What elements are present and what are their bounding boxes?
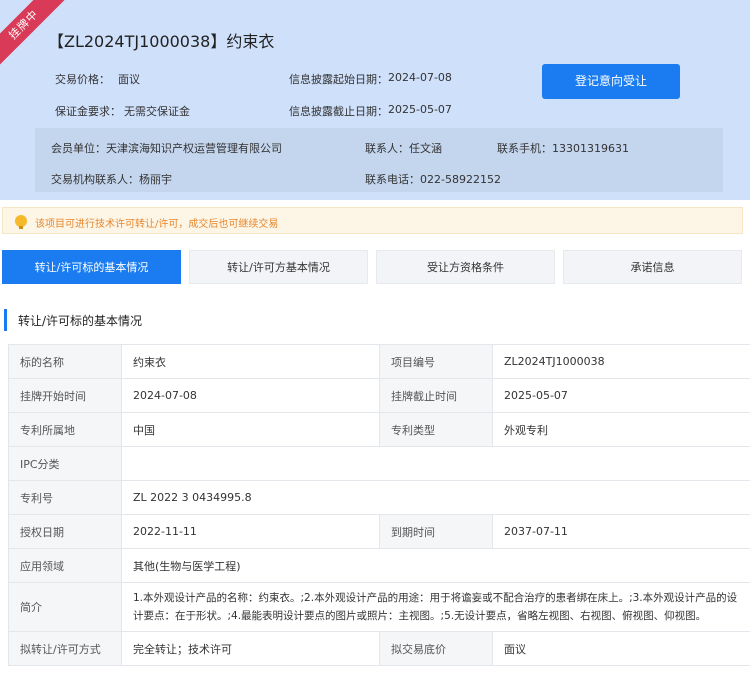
cell-label: 专利所属地 [8, 412, 122, 447]
table-row: 专利所属地 中国 专利类型 外观专利 [8, 412, 750, 447]
table-row: 授权日期 2022-11-11 到期时间 2037-07-11 [8, 514, 750, 549]
cell-label: 挂牌开始时间 [8, 378, 122, 413]
cell-label: 项目编号 [379, 344, 493, 379]
price-label: 交易价格： [55, 73, 110, 86]
cell-label: 拟转让/许可方式 [8, 631, 122, 666]
cell-value: 面议 [492, 631, 750, 666]
contact-box: 会员单位：天津滨海知识产权运营管理有限公司 联系人：任文涵 联系手机：13301… [35, 128, 723, 192]
notice-banner: 该项目可进行技术许可转让/许可，成交后也可继续交易 [2, 207, 743, 234]
subject-info-table: 标的名称 约束衣 项目编号 ZL2024TJ1000038 挂牌开始时间 202… [8, 344, 750, 666]
table-row: 挂牌开始时间 2024-07-08 挂牌截止时间 2025-05-07 [8, 378, 750, 413]
tab-commitment-info[interactable]: 承诺信息 [563, 250, 742, 284]
project-header: 挂牌中 【ZL2024TJ1000038】约束衣 交易价格： 面议 保证金要求：… [0, 0, 750, 200]
cell-value: 完全转让；技术许可 [121, 631, 380, 666]
cell-value: 中国 [121, 412, 380, 447]
member-unit: 会员单位：天津滨海知识产权运营管理有限公司 [51, 142, 282, 155]
cell-value: 2024-07-08 [121, 378, 380, 413]
tab-transferee-qualification[interactable]: 受让方资格条件 [376, 250, 555, 284]
cell-value: 2037-07-11 [492, 514, 750, 549]
cell-label: 授权日期 [8, 514, 122, 549]
contact-phone: 联系电话：022-58922152 [365, 173, 501, 186]
cell-label: 简介 [8, 582, 122, 632]
cell-value: 外观专利 [492, 412, 750, 447]
register-intent-button[interactable]: 登记意向受让 [542, 64, 680, 99]
tab-subject-info[interactable]: 转让/许可标的基本情况 [2, 250, 181, 284]
tab-transferor-info[interactable]: 转让/许可方基本情况 [189, 250, 368, 284]
table-row: 拟转让/许可方式 完全转让；技术许可 拟交易底价 面议 [8, 631, 750, 666]
disclosure-end-value: 2025-05-07 [388, 103, 452, 116]
section-accent-bar [4, 309, 7, 331]
contact-person: 联系人：任文涵 [365, 142, 442, 155]
cell-value: 2022-11-11 [121, 514, 380, 549]
cell-value [121, 446, 750, 481]
cell-value: 2025-05-07 [492, 378, 750, 413]
cell-value: ZL 2022 3 0434995.8 [121, 480, 750, 515]
table-row: IPC分类 [8, 446, 750, 481]
cell-value: ZL2024TJ1000038 [492, 344, 750, 379]
section-title: 转让/许可标的基本情况 [18, 314, 143, 328]
deposit-label: 保证金要求： [55, 105, 121, 118]
table-row: 简介 1.本外观设计产品的名称：约束衣。;2.本外观设计产品的用途：用于将谵妄或… [8, 582, 750, 632]
cell-value: 1.本外观设计产品的名称：约束衣。;2.本外观设计产品的用途：用于将谵妄或不配合… [121, 582, 750, 632]
table-row: 专利号 ZL 2022 3 0434995.8 [8, 480, 750, 515]
cell-label: 拟交易底价 [379, 631, 493, 666]
project-title: 【ZL2024TJ1000038】约束衣 [48, 32, 275, 51]
cell-label: 挂牌截止时间 [379, 378, 493, 413]
cell-label: 专利号 [8, 480, 122, 515]
cell-label: IPC分类 [8, 446, 122, 481]
deposit-value: 无需交保证金 [124, 105, 190, 118]
disclosure-start-label: 信息披露起始日期： [289, 73, 388, 86]
cell-value: 约束衣 [121, 344, 380, 379]
cell-label: 标的名称 [8, 344, 122, 379]
lightbulb-icon [15, 215, 27, 229]
contact-mobile: 联系手机：13301319631 [497, 142, 629, 155]
table-row: 标的名称 约束衣 项目编号 ZL2024TJ1000038 [8, 344, 750, 379]
cell-label: 到期时间 [379, 514, 493, 549]
price-value: 面议 [118, 73, 140, 86]
cell-label: 专利类型 [379, 412, 493, 447]
disclosure-end-label: 信息披露截止日期： [289, 105, 388, 118]
agency-contact: 交易机构联系人：杨丽宇 [51, 173, 172, 186]
cell-label: 应用领域 [8, 548, 122, 583]
table-row: 应用领域 其他(生物与医学工程) [8, 548, 750, 583]
cell-value: 其他(生物与医学工程) [121, 548, 750, 583]
notice-text: 该项目可进行技术许可转让/许可，成交后也可继续交易 [35, 219, 279, 230]
disclosure-start-value: 2024-07-08 [388, 71, 452, 84]
